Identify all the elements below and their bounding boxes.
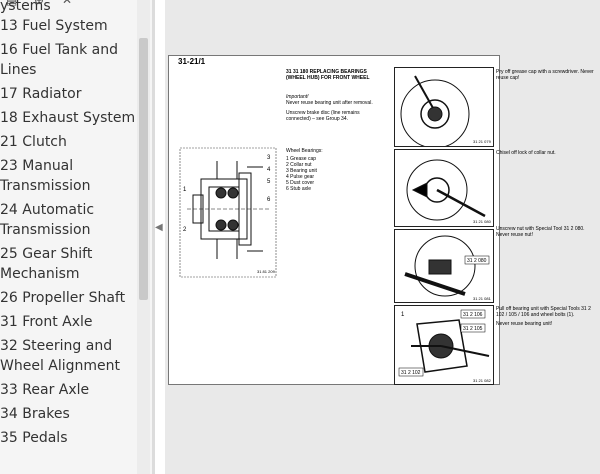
bookmark-number: 21 xyxy=(0,134,18,150)
step-figure-1: 31 21 079 xyxy=(394,67,494,147)
diagram-label-2: 2 xyxy=(183,227,187,233)
legend-item: 6 Stub axle xyxy=(286,186,312,192)
step-4-tool-c: 31 2 102 xyxy=(401,370,421,376)
bookmark-label-cont: Wheel Alignment xyxy=(0,358,121,374)
important-note: Important! Never reuse bearing unit afte… xyxy=(286,94,376,106)
bookmark-item-26[interactable]: 26 Propeller Shaft xyxy=(0,288,136,308)
operation-heading: 31 31 180 REPLACING BEARINGS (WHEEL HUB)… xyxy=(286,69,376,81)
bookmark-label: Fuel System xyxy=(22,18,108,34)
step-3-code: 31 21 081 xyxy=(473,296,492,301)
bookmark-number: 35 xyxy=(0,430,18,446)
bookmark-item-25[interactable]: 25 Gear Shift Mechanism xyxy=(0,244,136,284)
bookmark-label-cont: Transmission xyxy=(0,222,91,238)
page-reference: 31-21/1 xyxy=(178,57,206,66)
bookmark-number: 31 xyxy=(0,314,18,330)
legend-title: Wheel Bearings: xyxy=(286,148,323,154)
diagram-label-1: 1 xyxy=(183,187,187,193)
bookmark-label-cont: Mechanism xyxy=(0,266,80,282)
figure-code: 31 81 209 xyxy=(257,269,276,274)
bookmark-label: Front Axle xyxy=(22,314,93,330)
step-2-code: 31 21 080 xyxy=(473,219,492,224)
step-3-text: Unscrew nut with Special Tool 31 2 080. … xyxy=(496,226,585,238)
bookmark-number: 23 xyxy=(0,158,18,174)
bookmark-label: ystems xyxy=(0,0,51,14)
step-figure-3: 31 2 080 31 21 081 xyxy=(394,229,494,303)
panel-divider[interactable] xyxy=(152,0,155,474)
step-4-text: Pull off bearing unit with Special Tools… xyxy=(496,306,596,327)
bookmarks-panel: ▤ ⊕ ✕ ystems 13 Fuel System 16 Fuel Tank … xyxy=(0,0,152,474)
bookmark-number: 34 xyxy=(0,406,18,422)
bookmark-label: Pedals xyxy=(22,430,68,446)
wheel-bearings-legend: Wheel Bearings: 1 Grease cap 2 Collar nut… xyxy=(286,148,376,192)
bookmark-item-24[interactable]: 24 Automatic Transmission xyxy=(0,200,136,240)
bookmark-label: Radiator xyxy=(22,86,82,102)
scroll-thumb[interactable] xyxy=(139,38,148,300)
step-figure-4: 31 2 106 31 2 105 31 2 102 1 31 21 082 xyxy=(394,305,494,385)
bookmark-item-34[interactable]: 34 Brakes xyxy=(0,404,136,424)
diagram-label-6: 6 xyxy=(267,197,271,203)
bookmark-item-35[interactable]: 35 Pedals xyxy=(0,428,136,448)
bookmark-item-31[interactable]: 31 Front Axle xyxy=(0,312,136,332)
bookmark-item-23[interactable]: 23 Manual Transmission xyxy=(0,156,136,196)
diagram-label-4: 4 xyxy=(267,167,271,173)
bookmark-number: 33 xyxy=(0,382,18,398)
bookmark-item-18[interactable]: 18 Exhaust System xyxy=(0,108,136,128)
bookmark-number: 26 xyxy=(0,290,18,306)
bookmark-number: 17 xyxy=(0,86,18,102)
step-4-wheel-bolt-label: 1 xyxy=(401,312,405,318)
bookmarks-scrollbar[interactable] xyxy=(137,0,150,474)
collapse-panel-icon[interactable]: ◀ xyxy=(155,222,163,233)
bookmark-list: ystems 13 Fuel System 16 Fuel Tank and Lin… xyxy=(0,0,136,452)
bookmark-label: Clutch xyxy=(22,134,67,150)
step-3-tool-label: 31 2 080 xyxy=(467,258,487,264)
bookmark-number: 16 xyxy=(0,42,18,58)
bookmark-label: Propeller Shaft xyxy=(22,290,126,306)
bookmark-label-cont: Lines xyxy=(0,62,37,78)
bookmark-label: Fuel Tank and xyxy=(22,42,118,58)
important-text: Never reuse bearing unit after removal. xyxy=(286,100,373,106)
bookmark-label: Automatic xyxy=(22,202,95,218)
bookmark-item-17[interactable]: 17 Radiator xyxy=(0,84,136,104)
bookmark-label: Gear Shift xyxy=(22,246,93,262)
bookmark-label: Brakes xyxy=(22,406,70,422)
bookmark-item-partial[interactable]: ystems xyxy=(0,0,136,16)
step-1-code: 31 21 079 xyxy=(473,139,492,144)
bookmark-number: 25 xyxy=(0,246,18,262)
bookmark-number: 13 xyxy=(0,18,18,34)
bookmark-item-32[interactable]: 32 Steering and Wheel Alignment xyxy=(0,336,136,376)
step-4-code: 31 21 082 xyxy=(473,378,492,383)
diagram-label-5: 5 xyxy=(267,179,271,185)
step-4-tool-a: 31 2 106 xyxy=(463,312,483,318)
legend-list: 1 Grease cap 2 Collar nut 3 Bearing unit 4 … xyxy=(286,156,376,192)
bookmark-item-16[interactable]: 16 Fuel Tank and Lines xyxy=(0,40,136,80)
brake-note: Unscrew brake disc (line remains connect… xyxy=(286,110,360,122)
diagram-label-3: 3 xyxy=(267,155,271,161)
step-2-text: Chisel off lock of collar nut. xyxy=(496,150,556,156)
step-1-text: Pry off grease cap with a screwdriver. N… xyxy=(496,69,594,81)
wheel-hub-cross-section: 1 2 3 4 5 6 31 81 209 xyxy=(179,147,277,278)
bookmark-item-13[interactable]: 13 Fuel System xyxy=(0,16,136,36)
bookmark-label: Steering and xyxy=(22,338,113,354)
bookmark-label-cont: Transmission xyxy=(0,178,91,194)
bookmark-label: Manual xyxy=(22,158,74,174)
bookmark-label: Exhaust System xyxy=(22,110,136,126)
bookmark-item-33[interactable]: 33 Rear Axle xyxy=(0,380,136,400)
bookmark-item-21[interactable]: 21 Clutch xyxy=(0,132,136,152)
bookmark-number: 32 xyxy=(0,338,18,354)
bookmark-number: 24 xyxy=(0,202,18,218)
step-4-text-note: Never reuse bearing unit! xyxy=(496,321,553,327)
step-4-tool-b: 31 2 105 xyxy=(463,326,483,332)
bookmark-number: 18 xyxy=(0,110,18,126)
step-figure-2: 31 21 080 xyxy=(394,149,494,227)
bookmark-label: Rear Axle xyxy=(22,382,90,398)
step-4-text-main: Pull off bearing unit with Special Tools… xyxy=(496,306,591,318)
